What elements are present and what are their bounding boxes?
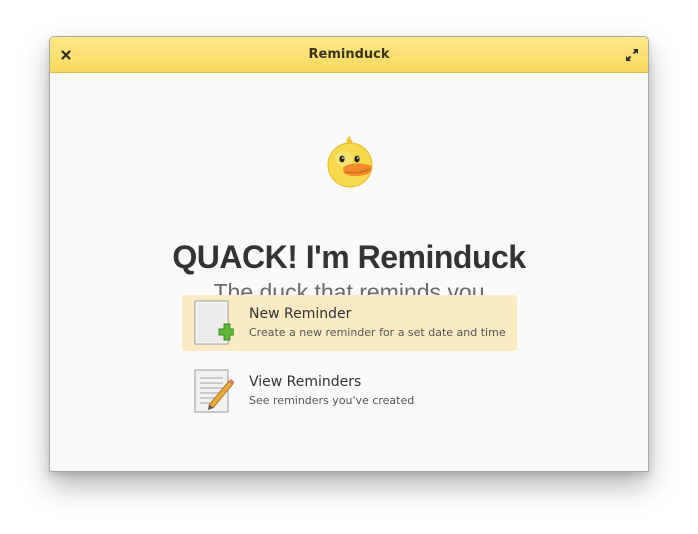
app-window: Reminduck QUACK! I'm Reminduck The duck … xyxy=(49,36,649,472)
view-reminders-description: See reminders you've created xyxy=(249,394,415,407)
maximize-button[interactable] xyxy=(622,45,642,65)
new-reminder-button[interactable]: New Reminder Create a new reminder for a… xyxy=(182,295,517,351)
window-title: Reminduck xyxy=(308,47,390,62)
maximize-icon xyxy=(625,48,639,62)
welcome-view: QUACK! I'm Reminduck The duck that remin… xyxy=(50,73,648,471)
welcome-headline: QUACK! I'm Reminduck xyxy=(172,239,526,275)
new-document-icon xyxy=(194,300,234,345)
duck-icon xyxy=(327,136,373,188)
new-reminder-description: Create a new reminder for a set date and… xyxy=(249,326,506,339)
new-reminder-title: New Reminder xyxy=(249,306,352,322)
edit-document-icon xyxy=(194,369,234,413)
titlebar[interactable]: Reminduck xyxy=(50,37,648,73)
view-reminders-button[interactable]: View Reminders See reminders you've crea… xyxy=(182,363,517,419)
view-reminders-title: View Reminders xyxy=(249,374,362,390)
